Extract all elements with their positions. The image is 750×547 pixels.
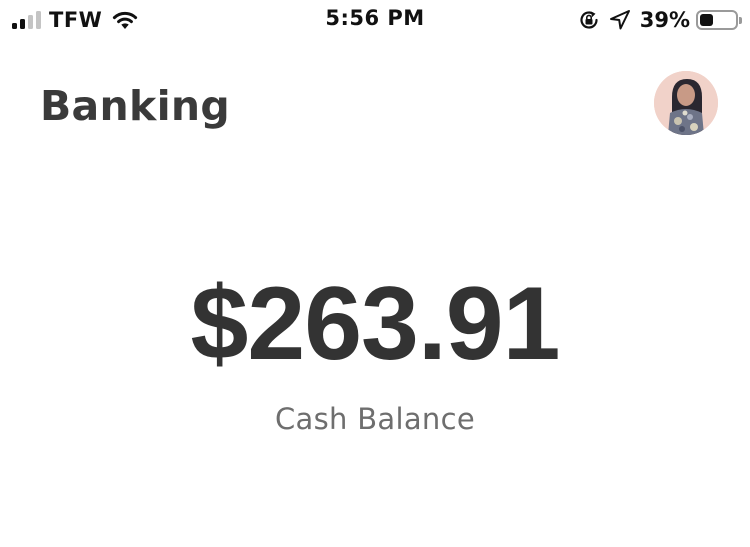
- battery-fill: [700, 14, 713, 26]
- cash-balance-label: Cash Balance: [275, 402, 475, 436]
- location-arrow-icon: [609, 10, 630, 30]
- profile-avatar[interactable]: [654, 71, 718, 135]
- page-title: Banking: [40, 82, 231, 130]
- battery-nub: [739, 16, 742, 24]
- battery-percent: 39%: [639, 8, 690, 32]
- status-bar: TFW 5:56 PM 39%: [0, 0, 750, 40]
- avatar-photo-icon: [654, 71, 718, 135]
- battery-icon: [696, 10, 738, 30]
- status-bar-right: 39%: [578, 7, 742, 33]
- cash-balance-amount[interactable]: $263.91: [0, 272, 750, 376]
- rotation-lock-icon: [580, 11, 598, 29]
